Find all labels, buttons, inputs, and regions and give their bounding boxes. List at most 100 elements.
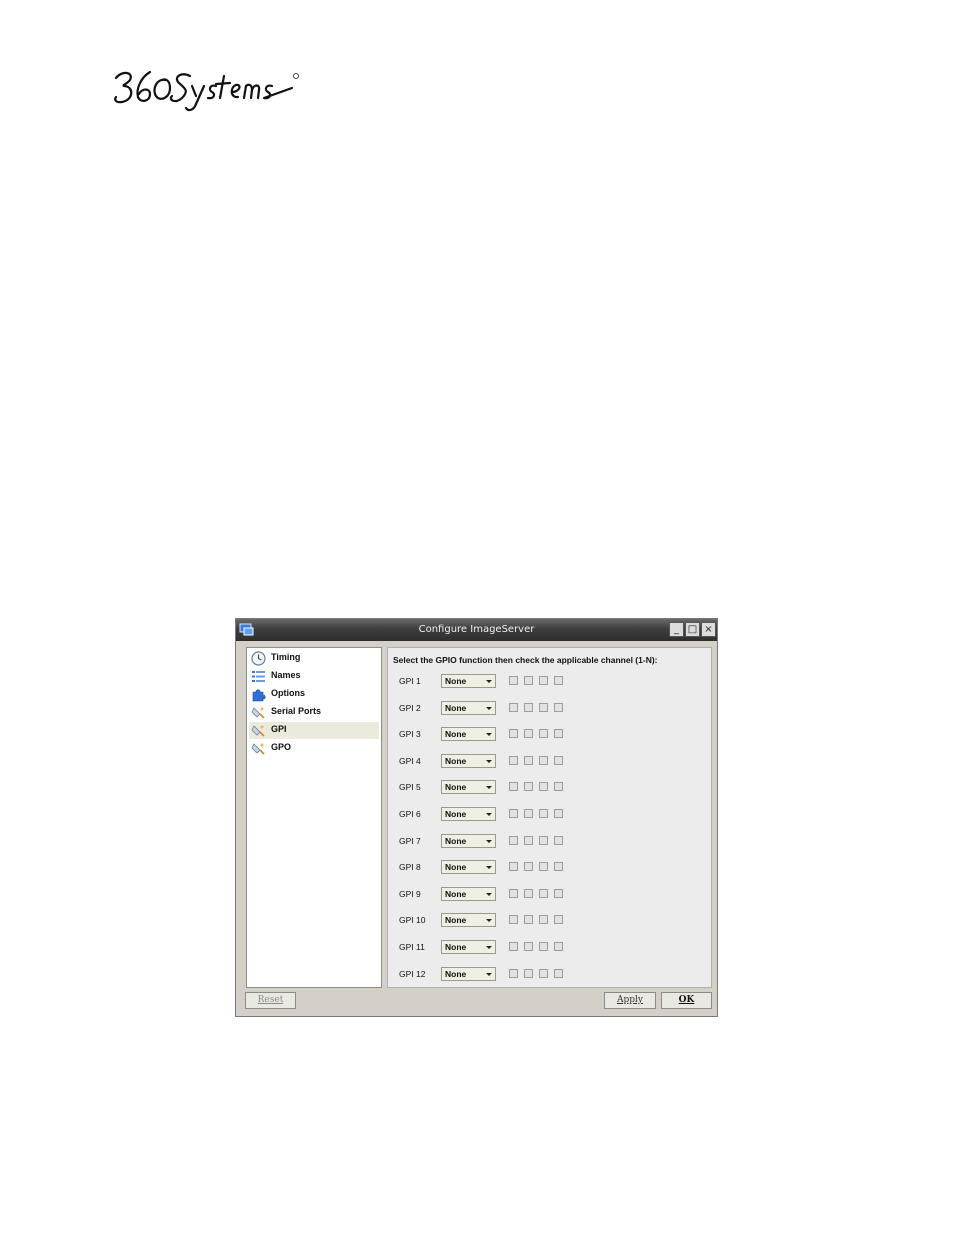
- channel-checkbox[interactable]: [509, 729, 518, 739]
- gpi-function-select[interactable]: None: [441, 780, 496, 795]
- channel-checkbox[interactable]: [554, 809, 563, 818]
- channel-checkbox[interactable]: [524, 676, 533, 685]
- channel-checkbox[interactable]: [524, 729, 533, 739]
- chevron-down-icon: [486, 680, 492, 683]
- channel-checkbox[interactable]: [509, 915, 518, 925]
- instruction-text: Select the GPIO function then check the …: [393, 655, 658, 665]
- channel-checkbox[interactable]: [539, 782, 548, 792]
- channel-checkbox[interactable]: [554, 729, 563, 739]
- apply-button[interactable]: Apply: [604, 992, 656, 1009]
- gpi-function-select[interactable]: None: [441, 700, 496, 715]
- channel-checkbox[interactable]: [539, 888, 548, 898]
- list-icon: [252, 671, 265, 682]
- channel-checkbox[interactable]: [539, 915, 548, 925]
- sidebar-item-serial-ports[interactable]: Serial Ports: [249, 704, 379, 721]
- channel-checkbox[interactable]: [539, 702, 548, 712]
- ok-label: OK: [678, 995, 695, 1005]
- channel-checkbox[interactable]: [524, 915, 533, 925]
- selected-function: None: [445, 782, 467, 793]
- sidebar-item-gpi[interactable]: GPI: [249, 722, 379, 739]
- channel-checkbox[interactable]: [509, 809, 518, 818]
- channel-checkbox[interactable]: [509, 755, 518, 765]
- sidebar-item-label: GPO: [271, 742, 292, 752]
- chevron-down-icon: [486, 892, 492, 896]
- gpi-function-select[interactable]: None: [441, 807, 496, 821]
- config-sidebar: Timing Names Options Serial Ports GPI GP…: [246, 647, 382, 988]
- channel-checkbox[interactable]: [509, 862, 518, 872]
- gpi-row: GPI 3 None: [388, 726, 708, 742]
- reset-label: Reset: [257, 995, 284, 1005]
- channel-checkbox[interactable]: [524, 702, 533, 712]
- gpi-function-select[interactable]: None: [441, 940, 496, 954]
- channel-checkbox[interactable]: [554, 782, 563, 792]
- channel-checkbox[interactable]: [539, 676, 548, 685]
- gpi-row: GPI 8 None: [388, 859, 708, 875]
- sidebar-item-names[interactable]: Names: [249, 668, 379, 685]
- gpi-row: GPI 6 None: [388, 806, 708, 822]
- channel-checkbox[interactable]: [554, 968, 563, 978]
- channel-checkbox[interactable]: [539, 942, 548, 951]
- gpi-label: GPI 9: [399, 888, 421, 899]
- channel-checkbox[interactable]: [524, 942, 533, 951]
- channel-checkbox[interactable]: [539, 835, 548, 845]
- sidebar-item-label: Options: [271, 688, 305, 698]
- channel-checkbox[interactable]: [524, 862, 533, 872]
- channel-checkbox[interactable]: [524, 968, 533, 978]
- channel-checkbox[interactable]: [509, 676, 518, 685]
- reset-button[interactable]: Reset: [245, 992, 296, 1009]
- channel-checkbox[interactable]: [539, 809, 548, 818]
- channel-checkbox[interactable]: [539, 755, 548, 765]
- selected-function: None: [445, 888, 467, 899]
- channel-checkbox[interactable]: [554, 915, 563, 925]
- selected-function: None: [445, 676, 467, 686]
- chevron-down-icon: [486, 706, 492, 710]
- gpi-function-select[interactable]: None: [441, 833, 496, 848]
- gpi-function-select[interactable]: None: [441, 886, 496, 901]
- channel-checkbox[interactable]: [554, 702, 563, 712]
- channel-checkbox[interactable]: [509, 702, 518, 712]
- gpi-panel: Select the GPIO function then check the …: [387, 647, 712, 988]
- gpi-function-select[interactable]: None: [441, 674, 496, 688]
- chevron-down-icon: [486, 759, 492, 763]
- channel-checkbox[interactable]: [554, 942, 563, 951]
- maximize-button[interactable]: □: [685, 622, 700, 637]
- channel-checkbox[interactable]: [524, 809, 533, 818]
- sidebar-item-timing[interactable]: Timing: [249, 650, 379, 667]
- channel-checkbox[interactable]: [539, 862, 548, 872]
- channel-checkbox[interactable]: [509, 942, 518, 951]
- channel-checkbox[interactable]: [524, 755, 533, 765]
- selected-function: None: [445, 862, 467, 873]
- channel-checkbox[interactable]: [554, 755, 563, 765]
- ok-button[interactable]: OK: [661, 992, 712, 1009]
- sidebar-item-gpo[interactable]: GPO: [249, 740, 379, 757]
- gpi-row: GPI 1 None: [388, 673, 708, 689]
- gpi-function-select[interactable]: None: [441, 860, 496, 875]
- channel-checkbox[interactable]: [554, 676, 563, 685]
- gpi-label: GPI 8: [399, 862, 421, 873]
- gpi-function-select[interactable]: None: [441, 753, 496, 768]
- channel-checkbox[interactable]: [554, 888, 563, 898]
- channel-checkbox[interactable]: [509, 888, 518, 898]
- sidebar-item-options[interactable]: Options: [249, 686, 379, 703]
- selected-function: None: [445, 755, 467, 766]
- channel-checkbox[interactable]: [524, 835, 533, 845]
- gpi-row: GPI 9 None: [388, 886, 708, 902]
- gpi-function-select[interactable]: None: [441, 727, 496, 742]
- selected-function: None: [445, 968, 467, 979]
- gpi-row: GPI 7 None: [388, 833, 708, 849]
- channel-checkbox[interactable]: [524, 888, 533, 898]
- chevron-down-icon: [486, 946, 492, 949]
- channel-checkbox[interactable]: [509, 782, 518, 792]
- channel-checkbox[interactable]: [524, 782, 533, 792]
- channel-checkbox[interactable]: [554, 835, 563, 845]
- minimize-button[interactable]: _: [669, 622, 684, 637]
- close-button[interactable]: ×: [701, 622, 716, 637]
- gpi-function-select[interactable]: None: [441, 966, 496, 981]
- title-bar[interactable]: Configure ImageServer _ □ ×: [236, 619, 717, 641]
- channel-checkbox[interactable]: [509, 835, 518, 845]
- gpi-function-select[interactable]: None: [441, 913, 496, 928]
- channel-checkbox[interactable]: [509, 968, 518, 978]
- channel-checkbox[interactable]: [539, 968, 548, 978]
- channel-checkbox[interactable]: [539, 729, 548, 739]
- channel-checkbox[interactable]: [554, 862, 563, 872]
